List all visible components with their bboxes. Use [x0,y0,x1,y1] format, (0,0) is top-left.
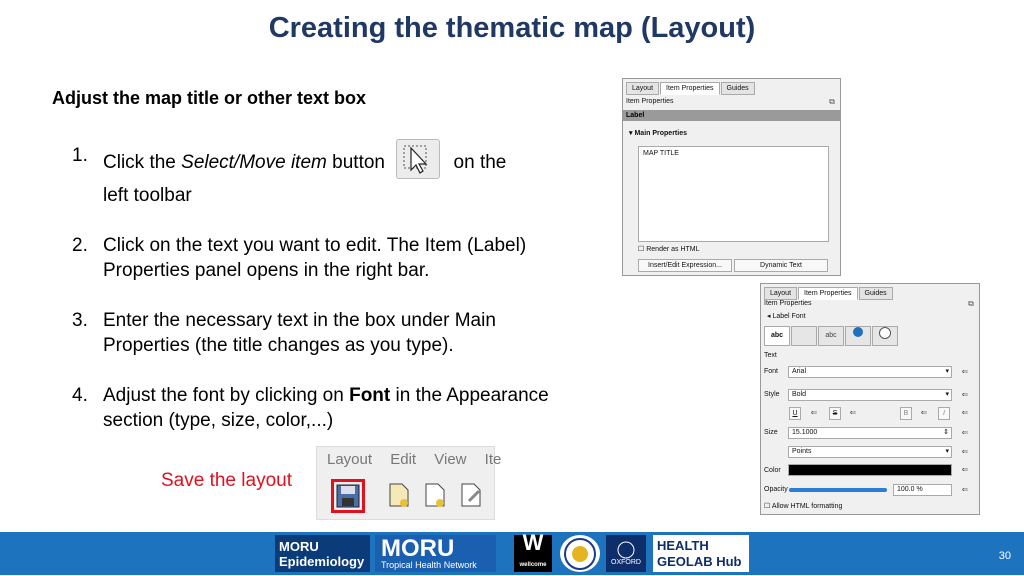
oxford-logo: OXFORD [606,535,646,572]
select-move-icon [396,139,441,179]
tab-text[interactable]: abc [764,326,790,346]
tab-guides[interactable]: Guides [720,82,755,95]
data-defined-icon[interactable]: ⇐ [959,366,971,377]
tab-item-properties[interactable]: Item Properties [798,287,858,300]
text-heading: Text [764,352,777,359]
data-defined-icon[interactable]: ⇐ [918,407,930,418]
panel-tabs: Layout Item Properties Guides [626,82,756,95]
color-label: Color [764,467,781,474]
slide-title: Creating the thematic map (Layout) [268,12,756,44]
data-defined-icon[interactable]: ⇐ [959,464,971,475]
size-label: Size [764,429,778,436]
menu-item[interactable]: Ite [485,451,502,468]
insert-expression-button[interactable]: Insert/Edit Expression... [638,259,732,272]
tab-formatting[interactable] [791,326,817,346]
data-defined-icon[interactable]: ⇐ [959,484,971,495]
wellcome-logo: W wellcome [514,531,552,572]
tab-item-properties[interactable]: Item Properties [660,82,720,95]
strikeout-button[interactable]: S [829,407,841,420]
mahidol-logo [560,535,600,572]
font-select[interactable]: Arial ▾ [788,366,952,378]
menu-view[interactable]: View [434,451,466,468]
float-icon[interactable]: ⧉ [826,96,838,107]
page-number: 30 [998,550,1011,562]
bold-button[interactable]: B [900,407,912,420]
panel-header: Item Properties [764,300,812,307]
color-button[interactable] [788,464,952,476]
section-label: Label [623,110,840,121]
panel-header: Item Properties [626,98,674,105]
steps-list: 1. Click the Select/Move item button on … [72,139,562,458]
font-tabs: abc abc [764,326,898,346]
save-layout-label: Save the layout [161,470,292,491]
health-geolab-logo: HEALTH GEOLAB Hub [653,535,749,572]
allow-html-checkbox[interactable]: ☐ Allow HTML formatting [764,502,842,510]
tab-shadow[interactable] [872,326,898,346]
list-item: 1. Click the Select/Move item button on … [72,139,562,208]
italic-button[interactable]: I [938,407,950,420]
opacity-slider[interactable] [789,488,887,492]
opacity-spinbox[interactable]: 100.0 % [893,484,952,496]
underline-button[interactable]: U [789,407,801,420]
list-item: 2. Click on the text you want to edit. T… [72,235,527,281]
page-icon[interactable] [385,481,413,509]
unit-select[interactable]: Points ▾ [788,446,952,458]
tab-background[interactable] [845,326,871,346]
list-item: 3. Enter the necessary text in the box u… [72,310,496,356]
data-defined-icon[interactable]: ⇐ [959,407,971,418]
size-spinbox[interactable]: 15.1000 ⇕ [788,427,952,439]
group-main-properties[interactable]: ▾ Main Properties [629,129,687,137]
float-icon[interactable]: ⧉ [965,298,977,309]
label-text-box[interactable]: MAP TITLE [638,146,829,242]
data-defined-icon[interactable]: ⇐ [847,407,859,418]
section-heading: Adjust the map title or other text box [52,88,367,108]
tab-guides[interactable]: Guides [858,287,893,300]
page-settings-icon[interactable] [457,481,485,509]
menu-layout[interactable]: Layout [327,451,372,468]
footer-bar: MORU Epidemiology MORU Tropical Health Ne… [0,531,1024,575]
tab-layout[interactable]: Layout [626,82,660,95]
tab-buffer[interactable]: abc [818,326,844,346]
data-defined-icon[interactable]: ⇐ [959,446,971,457]
style-label: Style [764,391,780,398]
page-add-icon[interactable] [421,481,449,509]
dynamic-text-button[interactable]: Dynamic Text [734,259,828,272]
data-defined-icon[interactable]: ⇐ [808,407,820,418]
font-label: Font [764,368,779,375]
tab-layout[interactable]: Layout [764,287,798,300]
menu-bar: Layout Edit View Ite [327,451,515,468]
data-defined-icon[interactable]: ⇐ [959,427,971,438]
moru-epidemiology-logo: MORU Epidemiology [275,535,370,572]
panel-tabs: Layout Item Properties Guides [764,287,894,300]
save-icon[interactable] [331,479,365,513]
render-html-checkbox[interactable]: ☐ Render as HTML [638,245,700,253]
style-select[interactable]: Bold ▾ [788,389,952,401]
opacity-fill [789,488,887,492]
item-properties-panel-label: Layout Item Properties Guides Item Prope… [622,78,841,276]
list-item: 4. Adjust the font by clicking on Font i… [72,385,549,431]
toolbar-screenshot: Layout Edit View Ite [316,446,501,520]
moru-network-logo: MORU Tropical Health Network [375,535,496,572]
data-defined-icon[interactable]: ⇐ [959,389,971,400]
opacity-label: Opacity [764,486,788,493]
group-label-font[interactable]: ◂ Label Font [767,312,806,320]
menu-edit[interactable]: Edit [390,451,416,468]
item-properties-panel-font: Layout Item Properties Guides Item Prope… [760,283,980,515]
